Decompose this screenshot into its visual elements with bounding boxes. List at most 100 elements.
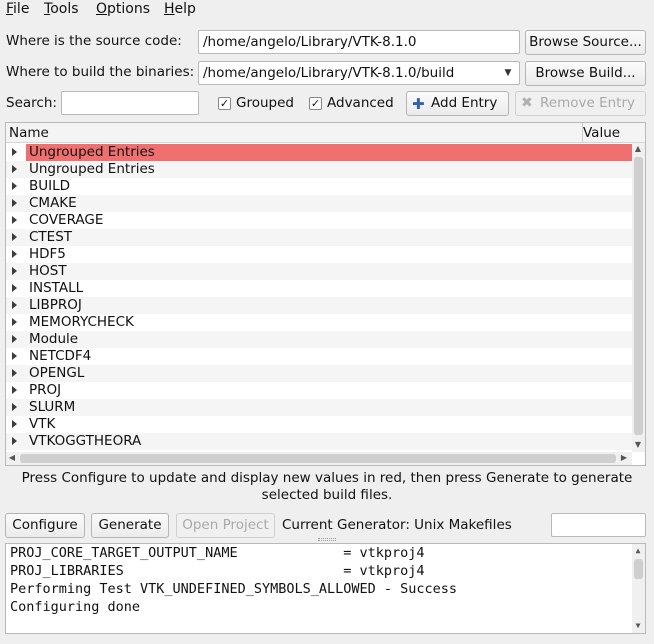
tree-row[interactable]: OPENGL xyxy=(6,365,632,382)
log-line: PROJ_LIBRARIES = vtkproj4 xyxy=(10,563,425,579)
open-project-button[interactable]: Open Project xyxy=(176,513,275,538)
remove-entry-button[interactable]: ✖ Remove Entry xyxy=(515,91,646,116)
tree-row-label: Ungrouped Entries xyxy=(29,144,155,160)
add-entry-button[interactable]: ✚ Add Entry xyxy=(406,91,509,116)
tree-row-label: CMAKE xyxy=(29,195,77,211)
source-path-input[interactable]: /home/angelo/Library/VTK-8.1.0 xyxy=(198,30,520,54)
menu-tools[interactable]: Tools xyxy=(44,0,79,20)
expand-arrow-icon[interactable] xyxy=(12,216,17,224)
output-scroll-thumb[interactable] xyxy=(634,559,643,579)
tree-row[interactable]: SLURM xyxy=(6,399,632,416)
tree-row[interactable]: PROJ xyxy=(6,382,632,399)
tree-row-label: HOST xyxy=(29,263,67,279)
tree-row[interactable]: HDF5 xyxy=(6,246,632,263)
grouped-checkbox[interactable]: ✓ xyxy=(218,97,231,110)
tree-row-label: NETCDF4 xyxy=(29,348,92,364)
menu-file[interactable]: File xyxy=(6,0,29,20)
tree-row-label: LIBPROJ xyxy=(29,297,82,313)
build-path-value: /home/angelo/Library/VTK-8.1.0/build xyxy=(203,65,455,81)
tree-row[interactable]: MEMORYCHECK xyxy=(6,314,632,331)
tree-row-label: COVERAGE xyxy=(29,212,104,228)
generator-filter-input[interactable] xyxy=(551,513,646,537)
expand-arrow-icon[interactable] xyxy=(12,148,17,156)
tree-row[interactable]: Ungrouped Entries xyxy=(6,144,632,161)
info-line-2: selected build files. xyxy=(261,487,393,503)
expand-arrow-icon[interactable] xyxy=(12,335,17,343)
tree-row-label: VTK xyxy=(29,416,56,432)
remove-entry-label: Remove Entry xyxy=(540,95,635,111)
source-label: Where is the source code: xyxy=(6,33,182,49)
log-line: Configuring done xyxy=(10,599,141,615)
build-path-combo[interactable]: /home/angelo/Library/VTK-8.1.0/build xyxy=(198,61,520,85)
expand-arrow-icon[interactable] xyxy=(12,369,17,377)
expand-arrow-icon[interactable] xyxy=(12,352,17,360)
expand-arrow-icon[interactable] xyxy=(12,403,17,411)
current-generator-label: Current Generator: Unix Makefiles xyxy=(282,517,512,533)
advanced-label: Advanced xyxy=(327,95,394,111)
tree-row[interactable]: VTK xyxy=(6,416,632,433)
column-name[interactable]: Name xyxy=(9,123,49,143)
tree-row[interactable]: Ungrouped Entries xyxy=(6,161,632,178)
expand-arrow-icon[interactable] xyxy=(12,420,17,428)
search-input[interactable] xyxy=(61,91,199,115)
grouped-label: Grouped xyxy=(236,95,294,111)
expand-arrow-icon[interactable] xyxy=(12,301,17,309)
chevron-down-icon[interactable]: ▼ xyxy=(498,62,518,84)
tree-row[interactable]: LIBPROJ xyxy=(6,297,632,314)
tree-row[interactable]: NETCDF4 xyxy=(6,348,632,365)
menu-bar: File Tools Options Help xyxy=(0,0,654,20)
expand-arrow-icon[interactable] xyxy=(12,165,17,173)
expand-arrow-icon[interactable] xyxy=(12,318,17,326)
log-line: Performing Test VTK_UNDEFINED_SYMBOLS_AL… xyxy=(10,581,458,597)
info-text: Press Configure to update and display ne… xyxy=(0,470,654,504)
vertical-scrollbar[interactable]: ▲ ▼ xyxy=(632,143,645,452)
expand-arrow-icon[interactable] xyxy=(12,284,17,292)
tree-row[interactable]: CTEST xyxy=(6,229,632,246)
log-line: PROJ_CORE_TARGET_OUTPUT_NAME = vtkproj4 xyxy=(10,545,425,561)
horizontal-scrollbar[interactable]: ◀ ▶ xyxy=(6,452,632,465)
expand-arrow-icon[interactable] xyxy=(12,386,17,394)
plus-icon: ✚ xyxy=(412,95,425,113)
expand-arrow-icon[interactable] xyxy=(12,437,17,445)
tree-row-label: INSTALL xyxy=(29,280,84,296)
expand-arrow-icon[interactable] xyxy=(12,233,17,241)
tree-row[interactable]: Module xyxy=(6,331,632,348)
browse-build-button[interactable]: Browse Build... xyxy=(525,61,646,86)
menu-help[interactable]: Help xyxy=(164,0,196,20)
splitter-handle[interactable] xyxy=(318,538,336,541)
scroll-down-icon[interactable]: ▼ xyxy=(632,439,644,451)
scroll-down-icon[interactable]: ▼ xyxy=(632,620,644,632)
info-line-1: Press Configure to update and display ne… xyxy=(21,470,633,486)
tree-row[interactable]: INSTALL xyxy=(6,280,632,297)
expand-arrow-icon[interactable] xyxy=(12,199,17,207)
expand-arrow-icon[interactable] xyxy=(12,267,17,275)
remove-icon: ✖ xyxy=(521,95,533,111)
browse-source-button[interactable]: Browse Source... xyxy=(525,30,646,55)
tree-row[interactable]: VTKOGGTHEORA xyxy=(6,433,632,450)
tree-row-label: PROJ xyxy=(29,382,62,398)
expand-arrow-icon[interactable] xyxy=(12,250,17,258)
scroll-up-icon[interactable]: ▲ xyxy=(632,143,644,155)
vertical-scroll-thumb[interactable] xyxy=(634,157,643,435)
configure-button[interactable]: Configure xyxy=(5,513,85,538)
menu-options[interactable]: Options xyxy=(96,0,150,20)
tree-row[interactable]: CMAKE xyxy=(6,195,632,212)
advanced-checkbox[interactable]: ✓ xyxy=(309,97,322,110)
tree-row-label: Ungrouped Entries xyxy=(29,161,155,177)
tree-row[interactable]: BUILD xyxy=(6,178,632,195)
add-entry-label: Add Entry xyxy=(431,95,498,111)
cache-tree[interactable]: Name Value Ungrouped Entries Ungrouped En… xyxy=(5,122,646,466)
scroll-up-icon[interactable]: ▲ xyxy=(632,545,644,557)
tree-row-label: BUILD xyxy=(29,178,71,194)
column-value[interactable]: Value xyxy=(583,123,620,143)
generate-button[interactable]: Generate xyxy=(91,513,169,538)
scroll-left-icon[interactable]: ◀ xyxy=(6,452,18,464)
scroll-right-icon[interactable]: ▶ xyxy=(618,452,630,464)
tree-row[interactable]: COVERAGE xyxy=(6,212,632,229)
expand-arrow-icon[interactable] xyxy=(12,182,17,190)
output-log[interactable]: PROJ_CORE_TARGET_OUTPUT_NAME = vtkproj4 … xyxy=(5,543,646,634)
output-vertical-scrollbar[interactable]: ▲ ▼ xyxy=(632,544,645,633)
tree-row-label: OPENGL xyxy=(29,365,85,381)
horizontal-scroll-thumb[interactable] xyxy=(20,454,616,463)
tree-row[interactable]: HOST xyxy=(6,263,632,280)
